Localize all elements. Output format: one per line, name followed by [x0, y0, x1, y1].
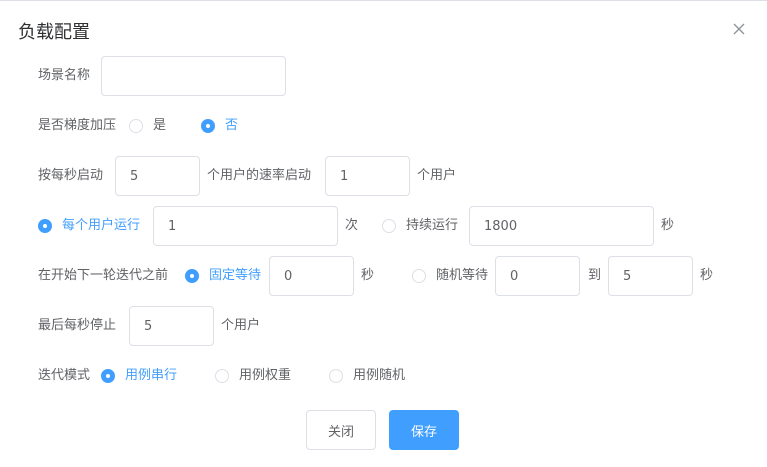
- save-button[interactable]: 保存: [389, 410, 459, 450]
- iteration-mode-serial-label: 用例串行: [125, 368, 178, 383]
- load-config-dialog: 负载配置 场景名称 是否梯度加压 是 否 按每秒启动 个用户的速率启动 个用户 …: [0, 0, 767, 467]
- iteration-mode-random-radio[interactable]: 用例随机: [329, 366, 405, 386]
- fixed-wait-radio[interactable]: 固定等待: [185, 266, 261, 286]
- duration-run-label: 持续运行: [406, 218, 459, 233]
- duration-unit: 秒: [661, 218, 675, 233]
- random-wait-to-input[interactable]: [608, 256, 693, 296]
- random-wait-unit: 秒: [700, 268, 714, 283]
- iteration-mode-weight-label: 用例权重: [239, 368, 292, 383]
- radio-checked-icon: [185, 269, 199, 283]
- iteration-mode-serial-radio[interactable]: 用例串行: [101, 366, 177, 386]
- per-user-run-radio[interactable]: 每个用户运行: [38, 216, 140, 236]
- startup-prefix: 按每秒启动: [38, 168, 104, 183]
- gradient-no-label: 否: [225, 118, 239, 133]
- random-wait-radio[interactable]: 随机等待: [412, 266, 488, 286]
- dialog-title: 负载配置: [18, 22, 90, 43]
- radio-checked-icon: [38, 219, 52, 233]
- startup-rate-input[interactable]: [115, 156, 200, 196]
- stop-rate-input[interactable]: [129, 306, 214, 346]
- gradient-yes-radio[interactable]: 是: [129, 116, 166, 136]
- duration-run-radio[interactable]: 持续运行: [382, 216, 458, 236]
- radio-circle-icon: [382, 219, 396, 233]
- stop-suffix: 个用户: [221, 318, 261, 333]
- scene-name-input[interactable]: [101, 56, 286, 96]
- radio-circle-icon: [215, 369, 229, 383]
- close-button[interactable]: 关闭: [306, 410, 376, 450]
- per-user-run-count-input[interactable]: [153, 206, 338, 246]
- duration-input[interactable]: [469, 206, 654, 246]
- scene-name-label: 场景名称: [38, 68, 91, 83]
- random-wait-to-label: 到: [588, 268, 602, 283]
- startup-middle-label: 个用户的速率启动: [207, 168, 312, 183]
- radio-circle-icon: [129, 119, 143, 133]
- radio-checked-icon: [201, 119, 215, 133]
- iteration-wait-label: 在开始下一轮迭代之前: [38, 268, 169, 283]
- gradient-no-radio[interactable]: 否: [201, 116, 238, 136]
- random-wait-label: 随机等待: [436, 268, 489, 283]
- gradient-yes-label: 是: [153, 118, 167, 133]
- iteration-mode-weight-radio[interactable]: 用例权重: [215, 366, 291, 386]
- per-user-run-label: 每个用户运行: [62, 218, 141, 233]
- gradient-label: 是否梯度加压: [38, 118, 117, 133]
- stop-prefix: 最后每秒停止: [38, 318, 117, 333]
- fixed-wait-unit: 秒: [361, 268, 375, 283]
- fixed-wait-label: 固定等待: [209, 268, 262, 283]
- random-wait-from-input[interactable]: [495, 256, 580, 296]
- per-user-run-unit: 次: [345, 218, 359, 233]
- startup-users-input[interactable]: [325, 156, 410, 196]
- iteration-mode-label: 迭代模式: [38, 368, 91, 383]
- radio-checked-icon: [101, 369, 115, 383]
- iteration-mode-random-label: 用例随机: [353, 368, 406, 383]
- radio-circle-icon: [329, 369, 343, 383]
- startup-suffix: 个用户: [417, 168, 457, 183]
- close-icon[interactable]: [731, 21, 747, 37]
- fixed-wait-input[interactable]: [269, 256, 354, 296]
- radio-circle-icon: [412, 269, 426, 283]
